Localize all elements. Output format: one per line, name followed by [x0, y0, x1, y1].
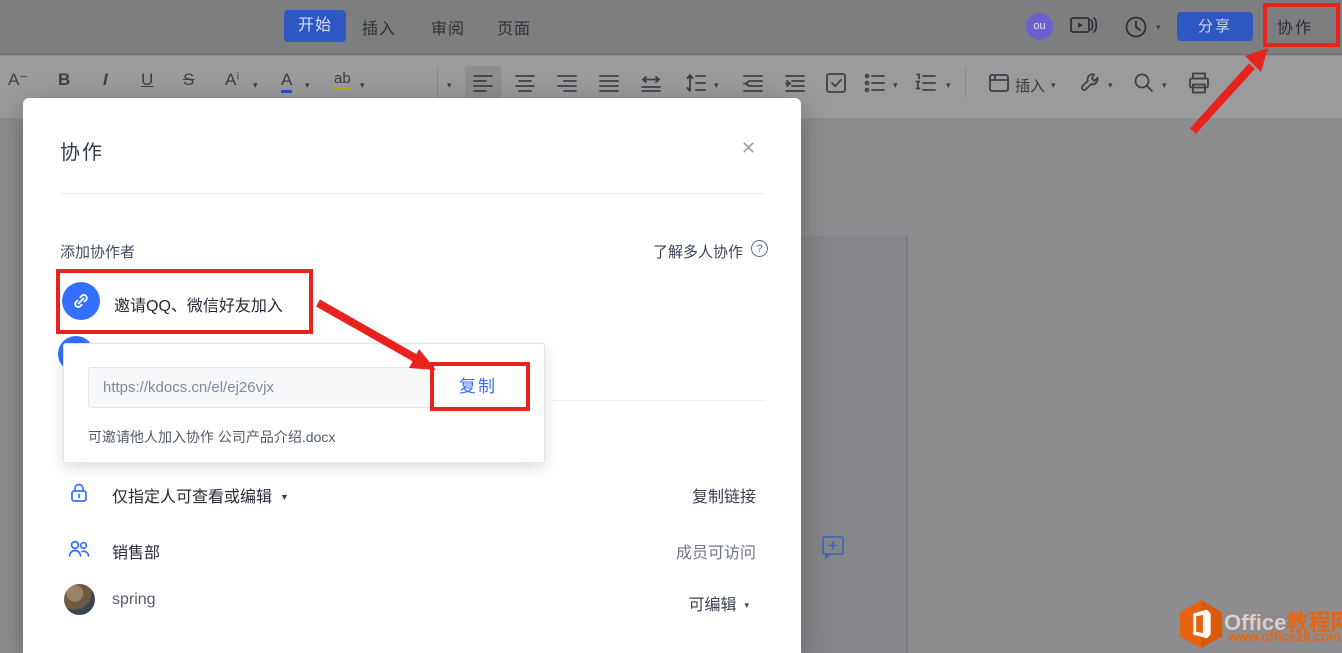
copy-link-action[interactable]: 复制链接 [692, 483, 756, 507]
help-icon[interactable]: ? [751, 240, 768, 257]
department-access-level: 成员可访问 [675, 545, 756, 562]
divider [60, 193, 765, 194]
lock-icon [71, 483, 87, 502]
superscript-icon[interactable]: Aⁱ [225, 70, 239, 90]
divider [550, 400, 765, 401]
highlight-caret-icon[interactable]: ▾ [360, 80, 365, 91]
align-left-icon[interactable] [470, 70, 496, 96]
member-permission-dropdown[interactable]: 可编辑 ▾ [688, 591, 749, 615]
document-page-edge [795, 236, 908, 653]
decrease-indent-icon[interactable] [740, 70, 766, 96]
style-caret-icon[interactable]: ▾ [447, 80, 452, 91]
share-button[interactable]: 分享 [1177, 12, 1253, 41]
demo-play-icon[interactable] [1068, 14, 1098, 40]
share-url-field[interactable]: https://kdocs.cn/el/ej26vjx [88, 367, 434, 408]
print-icon[interactable] [1186, 70, 1212, 96]
watermark: Office教程网 www.office26.com [1172, 596, 1342, 653]
toolbar-separator [437, 68, 438, 98]
member-name[interactable]: spring [112, 591, 156, 609]
bullet-list-caret-icon[interactable]: ▾ [893, 80, 898, 91]
add-collaborators-label: 添加协作者 [60, 244, 136, 261]
dropdown-caret-icon: ▼ [280, 492, 289, 502]
group-icon [68, 540, 90, 557]
tools-wrench-icon[interactable] [1078, 70, 1104, 96]
tab-insert[interactable]: 插入 [362, 15, 396, 39]
history-caret-icon[interactable]: ▾ [1156, 22, 1161, 33]
letter-spacing-icon[interactable] [638, 70, 664, 96]
tools-caret-icon[interactable]: ▾ [1108, 80, 1113, 91]
line-spacing-caret-icon[interactable]: ▾ [714, 80, 719, 91]
superscript-caret-icon[interactable]: ▾ [253, 80, 258, 91]
search-caret-icon[interactable]: ▾ [1162, 80, 1167, 91]
tab-review[interactable]: 审阅 [431, 15, 465, 39]
align-right-icon[interactable] [554, 70, 580, 96]
top-menu-bar: 开始 插入 审阅 页面 ou ▾ 分享 协作 [0, 0, 1342, 55]
tab-page[interactable]: 页面 [497, 15, 531, 39]
task-checkbox-icon[interactable] [823, 70, 849, 96]
share-hint-text: 可邀请他人加入协作 公司产品介绍.docx [88, 429, 336, 445]
justify-icon[interactable] [596, 70, 622, 96]
strikethrough-icon[interactable]: S [183, 70, 194, 90]
office-logo-icon [1179, 599, 1223, 649]
learn-collaboration-link[interactable]: 了解多人协作 [653, 241, 743, 262]
dialog-title: 协作 [60, 142, 104, 164]
user-avatar[interactable]: ou [1026, 13, 1053, 40]
numbered-list-icon[interactable] [913, 70, 939, 96]
add-comment-icon[interactable] [819, 533, 847, 561]
search-icon[interactable] [1131, 70, 1157, 96]
history-clock-icon[interactable] [1123, 14, 1149, 40]
insert-label[interactable]: 插入 [1015, 75, 1045, 96]
department-name[interactable]: 销售部 [112, 539, 160, 563]
annotation-box-collaborate [1263, 3, 1340, 47]
dropdown-caret-icon: ▾ [744, 600, 749, 610]
annotation-box-invite [56, 269, 313, 334]
toolbar-separator [965, 68, 966, 98]
numbered-list-caret-icon[interactable]: ▾ [946, 80, 951, 91]
highlight-color-icon[interactable]: ab [334, 70, 351, 90]
close-icon[interactable]: ✕ [741, 138, 756, 159]
underline-icon[interactable]: U [141, 70, 153, 90]
increase-indent-icon[interactable] [782, 70, 808, 96]
italic-icon[interactable]: I [103, 70, 108, 90]
insert-icon[interactable] [986, 70, 1012, 96]
bold-icon[interactable]: B [58, 70, 70, 90]
align-center-icon[interactable] [512, 70, 538, 96]
watermark-url: www.office26.com [1228, 629, 1341, 644]
font-color-caret-icon[interactable]: ▾ [305, 80, 310, 91]
bullet-list-icon[interactable] [862, 70, 888, 96]
tab-home[interactable]: 开始 [284, 10, 347, 42]
annotation-box-copy [430, 362, 530, 411]
permission-scope-dropdown[interactable]: 仅指定人可查看或编辑 ▼ [112, 483, 289, 507]
decrease-font-icon[interactable]: A⁻ [8, 70, 28, 90]
kdocs-editor-screen: 开始 插入 审阅 页面 ou ▾ 分享 协作 A⁻ B I U S Aⁱ ▾ A… [0, 0, 1342, 653]
line-spacing-icon[interactable] [683, 70, 709, 96]
member-avatar [64, 584, 95, 615]
insert-caret-icon[interactable]: ▾ [1051, 80, 1056, 91]
font-color-icon[interactable]: A [281, 70, 293, 93]
